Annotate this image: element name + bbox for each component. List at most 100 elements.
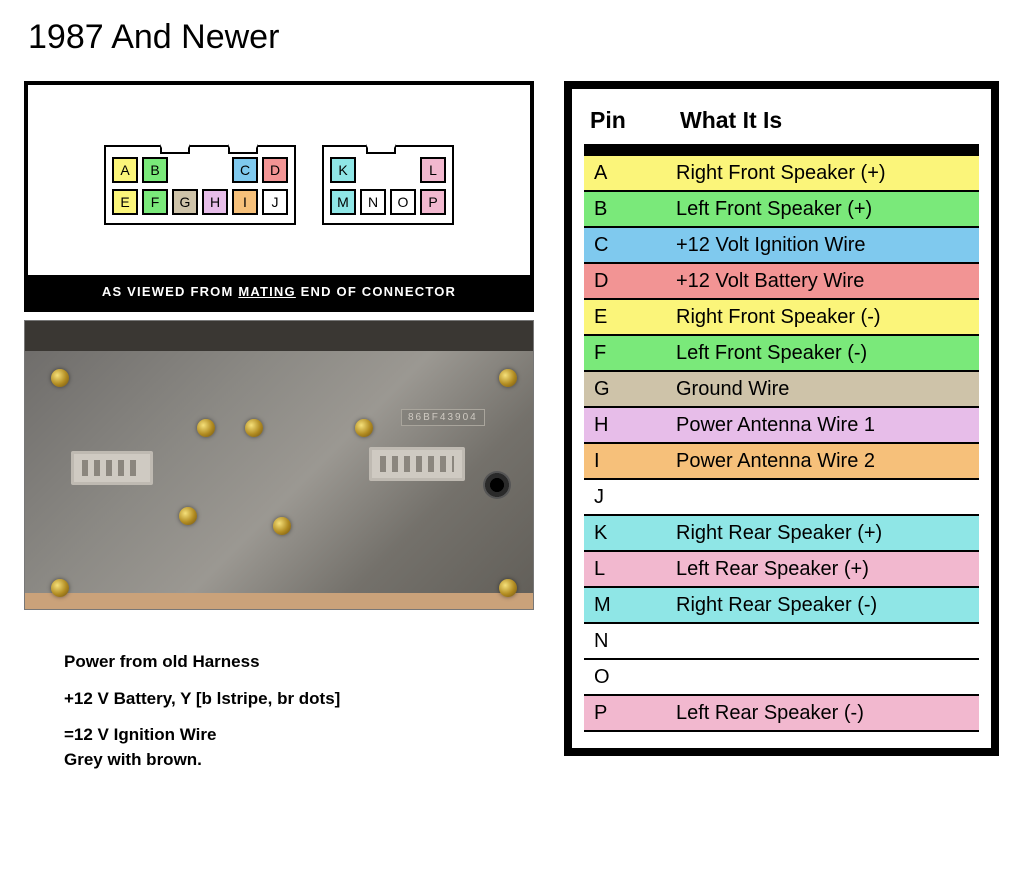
connector-small-grid: K L MNOP [322, 145, 454, 225]
connector-pin-K: K [330, 157, 356, 183]
pinout-cell-pin: B [584, 194, 674, 225]
mating-caption: AS VIEWED FROM MATING END OF CONNECTOR [28, 275, 530, 308]
pinout-row: GGround Wire [584, 372, 979, 408]
pinout-cell-what: Right Rear Speaker (-) [674, 590, 979, 621]
connector-pin-E: E [112, 189, 138, 215]
antenna-jack [483, 471, 511, 499]
pinout-cell-what: Ground Wire [674, 374, 979, 405]
pinout-cell-what: +12 Volt Battery Wire [674, 266, 979, 297]
pinout-cell-pin: D [584, 266, 674, 297]
pinout-cell-pin: A [584, 158, 674, 189]
pinout-row: IPower Antenna Wire 2 [584, 444, 979, 480]
connector-pin-D: D [262, 157, 288, 183]
note-line-4: Grey with brown. [64, 748, 534, 773]
pinout-cell-what [674, 493, 979, 501]
pinout-row: PLeft Rear Speaker (-) [584, 696, 979, 732]
pinout-cell-pin: N [584, 626, 674, 657]
pinout-cell-what [674, 673, 979, 681]
connector-pin-L: L [420, 157, 446, 183]
pinout-header-what: What It Is [680, 107, 973, 134]
pinout-header: Pin What It Is [584, 103, 979, 144]
pinout-cell-what: Left Rear Speaker (-) [674, 698, 979, 729]
harness-plug [369, 447, 465, 481]
pinout-row: KRight Rear Speaker (+) [584, 516, 979, 552]
pinout-row: D+12 Volt Battery Wire [584, 264, 979, 300]
pinout-cell-what: Left Front Speaker (-) [674, 338, 979, 369]
pinout-header-sep [584, 144, 979, 156]
pinout-cell-what: Right Front Speaker (+) [674, 158, 979, 189]
connector-pin-C: C [232, 157, 258, 183]
pinout-cell-pin: L [584, 554, 674, 585]
screw-icon [499, 579, 517, 597]
connector-blank-cell [202, 157, 228, 183]
screw-icon [179, 507, 197, 525]
screw-icon [273, 517, 291, 535]
pinout-row: LLeft Rear Speaker (+) [584, 552, 979, 588]
connector-key-notch [160, 144, 190, 154]
pinout-row: N [584, 624, 979, 660]
pinout-cell-what: Power Antenna Wire 1 [674, 410, 979, 441]
connector-pin-J: J [262, 189, 288, 215]
pinout-row: ARight Front Speaker (+) [584, 156, 979, 192]
connector-large: AB CD EFGHIJ [104, 145, 296, 225]
pinout-cell-pin: G [584, 374, 674, 405]
pinout-cell-what: Right Rear Speaker (+) [674, 518, 979, 549]
screw-icon [51, 369, 69, 387]
screw-icon [197, 419, 215, 437]
connector-key-notch [228, 144, 258, 154]
pinout-row: MRight Rear Speaker (-) [584, 588, 979, 624]
pinout-row: FLeft Front Speaker (-) [584, 336, 979, 372]
harness-notes: Power from old Harness +12 V Battery, Y … [64, 650, 534, 773]
connector-key-notch [366, 144, 396, 154]
pinout-cell-pin: O [584, 662, 674, 693]
pinout-row: HPower Antenna Wire 1 [584, 408, 979, 444]
part-number-label: 86BF43904 [401, 409, 485, 426]
connector-diagram-box: AB CD EFGHIJ K L MNOP AS VIEWED FROM MATING … [24, 81, 534, 312]
pinout-cell-what: Left Front Speaker (+) [674, 194, 979, 225]
pinout-row: BLeft Front Speaker (+) [584, 192, 979, 228]
screw-icon [51, 579, 69, 597]
harness-plug [71, 451, 153, 485]
pinout-cell-pin: P [584, 698, 674, 729]
pinout-cell-what: Power Antenna Wire 2 [674, 446, 979, 477]
note-line-2: +12 V Battery, Y [b lstripe, br dots] [64, 687, 534, 712]
connector-blank-cell [390, 157, 416, 183]
pinout-cell-pin: J [584, 482, 674, 513]
radio-back-photo: 86BF43904 [24, 320, 534, 610]
connector-pin-M: M [330, 189, 356, 215]
pinout-row: J [584, 480, 979, 516]
connector-small: K L MNOP [322, 145, 454, 225]
connector-pin-F: F [142, 189, 168, 215]
connector-pin-O: O [390, 189, 416, 215]
pinout-cell-pin: C [584, 230, 674, 261]
connector-blank-cell [172, 157, 198, 183]
connector-pin-B: B [142, 157, 168, 183]
screw-icon [245, 419, 263, 437]
connector-pin-I: I [232, 189, 258, 215]
pinout-row: C+12 Volt Ignition Wire [584, 228, 979, 264]
pinout-body: ARight Front Speaker (+)BLeft Front Spea… [584, 156, 979, 732]
connector-pin-P: P [420, 189, 446, 215]
pinout-table: Pin What It Is ARight Front Speaker (+)B… [564, 81, 999, 756]
pinout-row: ERight Front Speaker (-) [584, 300, 979, 336]
screw-icon [355, 419, 373, 437]
pinout-cell-what: Left Rear Speaker (+) [674, 554, 979, 585]
connector-blank-cell [360, 157, 386, 183]
connector-large-grid: AB CD EFGHIJ [104, 145, 296, 225]
pinout-cell-pin: K [584, 518, 674, 549]
note-line-3: =12 V Ignition Wire [64, 723, 534, 748]
connector-pin-A: A [112, 157, 138, 183]
connector-pin-N: N [360, 189, 386, 215]
connector-pin-H: H [202, 189, 228, 215]
pinout-cell-pin: F [584, 338, 674, 369]
note-line-1: Power from old Harness [64, 650, 534, 675]
pinout-cell-pin: I [584, 446, 674, 477]
pinout-cell-pin: M [584, 590, 674, 621]
pinout-header-pin: Pin [590, 107, 680, 134]
pinout-row: O [584, 660, 979, 696]
pinout-cell-pin: H [584, 410, 674, 441]
pinout-cell-pin: E [584, 302, 674, 333]
connector-pin-G: G [172, 189, 198, 215]
screw-icon [499, 369, 517, 387]
pinout-cell-what: +12 Volt Ignition Wire [674, 230, 979, 261]
